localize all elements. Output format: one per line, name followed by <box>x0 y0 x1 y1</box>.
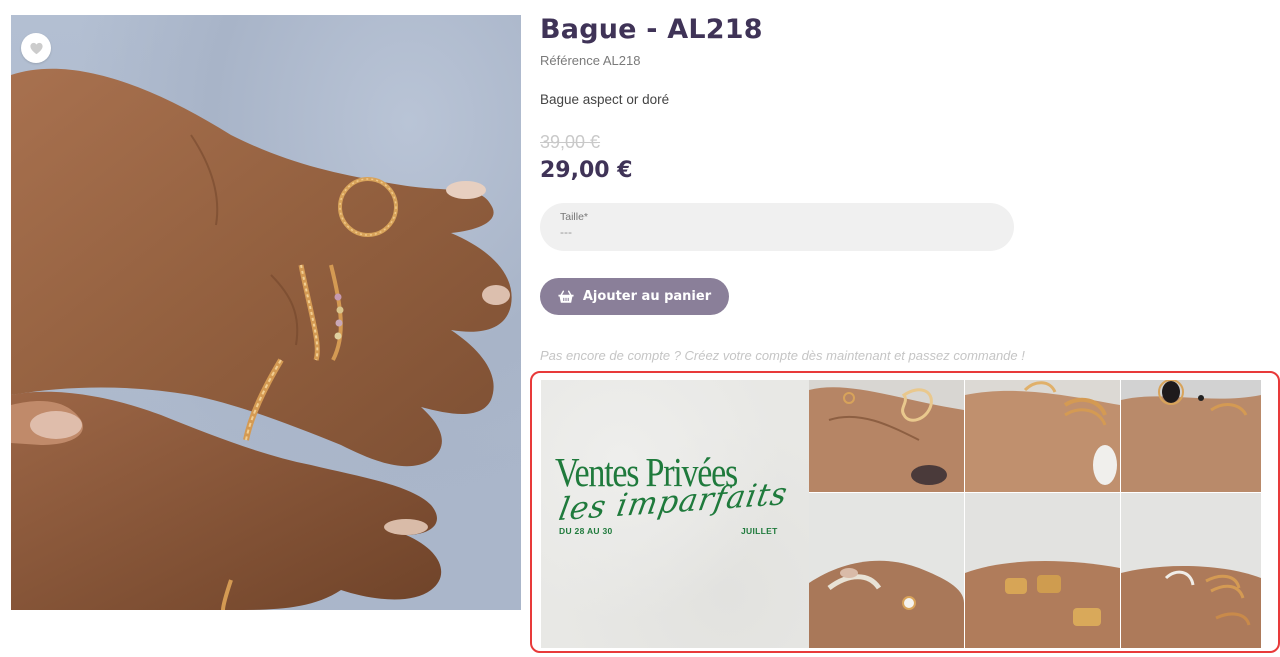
banner-photo <box>809 380 964 492</box>
account-notice[interactable]: Pas encore de compte ? Créez votre compt… <box>540 348 1025 363</box>
product-page: Bague - AL218 Référence AL218 Bague aspe… <box>0 0 1280 657</box>
product-title: Bague - AL218 <box>540 14 763 45</box>
hand-with-rings-illustration <box>11 68 512 610</box>
size-select-label: Taille* <box>560 211 589 223</box>
product-description: Bague aspect or doré <box>540 92 670 107</box>
banner-photo <box>965 380 1120 492</box>
banner-date-range: DU 28 AU 30 <box>559 526 613 536</box>
size-select[interactable]: Taille* --- <box>540 203 1014 251</box>
banner-text-panel: Ventes Privées les imparfaits DU 28 AU 3… <box>541 380 809 648</box>
current-price: 29,00 € <box>540 158 633 183</box>
banner-photo <box>965 493 1120 648</box>
wishlist-button[interactable] <box>21 33 51 63</box>
private-sales-banner[interactable]: Ventes Privées les imparfaits DU 28 AU 3… <box>541 380 1261 648</box>
heart-icon <box>29 42 43 54</box>
banner-photo <box>809 493 964 648</box>
product-reference: Référence AL218 <box>540 53 641 68</box>
banner-photo <box>1121 380 1261 492</box>
product-image[interactable] <box>11 15 521 610</box>
basket-icon <box>558 290 574 303</box>
size-select-value: --- <box>560 225 572 239</box>
old-price: 39,00 € <box>540 132 601 152</box>
banner-date-month: JUILLET <box>741 526 778 536</box>
add-to-cart-button[interactable]: Ajouter au panier <box>540 278 729 315</box>
add-to-cart-label: Ajouter au panier <box>582 289 712 304</box>
banner-photo <box>1121 493 1261 648</box>
